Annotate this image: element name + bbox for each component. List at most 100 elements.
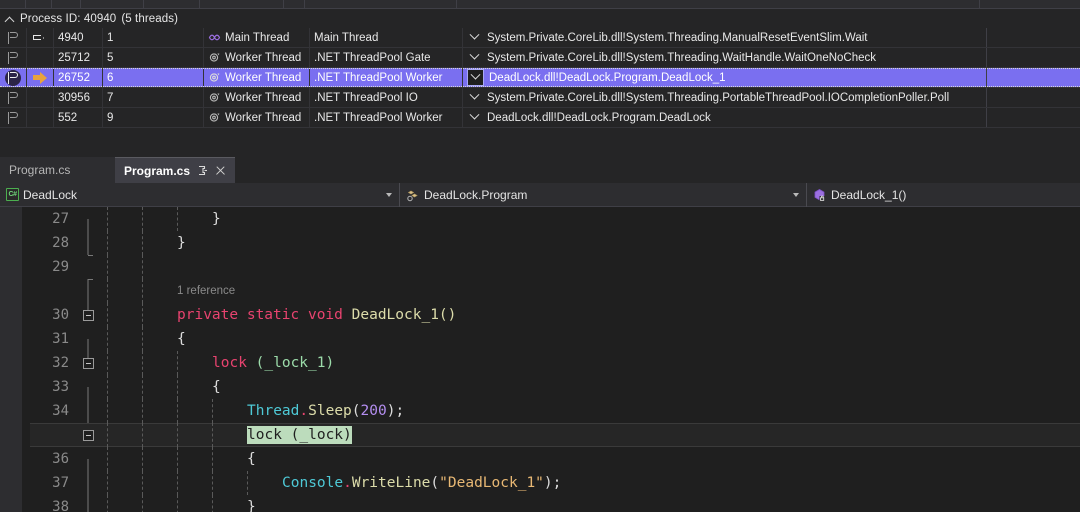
column-divider[interactable] <box>979 0 980 9</box>
editor-navigation-bar[interactable]: C# DeadLock DeadLock.Program DeadLock_1(… <box>0 182 1080 207</box>
tab-label: Program.cs <box>9 163 71 177</box>
code-line[interactable]: 33 { <box>30 375 1080 411</box>
code-line[interactable]: 36 { <box>30 447 1080 483</box>
chevron-down-icon[interactable] <box>467 31 482 45</box>
code-text[interactable]: { <box>99 327 1080 351</box>
codelens-reference-link[interactable]: 1 reference <box>99 285 235 297</box>
chevron-down-icon[interactable] <box>467 91 482 105</box>
document-tab-well[interactable]: Program.cs Program.cs <box>0 155 1080 183</box>
column-divider[interactable] <box>25 0 26 9</box>
pin-icon[interactable] <box>197 165 208 176</box>
method-private-icon <box>813 188 827 202</box>
fold-gutter[interactable] <box>77 357 99 369</box>
code-text[interactable]: { <box>99 375 1080 399</box>
code-text[interactable]: Thread. Sleep(200); <box>99 399 1080 423</box>
column-divider[interactable] <box>199 0 200 9</box>
table-row-selected[interactable]: 26752 6 Worker Thread .NET ThreadPool Wo… <box>0 68 1080 88</box>
flag-icon[interactable] <box>7 91 19 104</box>
tab-program-cs-inactive[interactable]: Program.cs <box>0 157 115 183</box>
thread-location-cell[interactable]: System.Private.CoreLib.dll!System.Thread… <box>463 28 986 47</box>
thread-location-cell[interactable]: DeadLock.dll!DeadLock.Program.DeadLock <box>463 108 986 127</box>
column-divider[interactable] <box>283 0 284 9</box>
editor-code-area[interactable]: 27 } 28 } 29 1 reference 30 private stat… <box>30 207 1080 512</box>
tab-program-cs-active[interactable]: Program.cs <box>115 157 236 183</box>
chevron-down-icon[interactable] <box>386 192 392 197</box>
codelens-line[interactable]: 1 reference <box>30 279 1080 315</box>
column-divider[interactable] <box>51 0 52 9</box>
flag-circle-icon[interactable] <box>5 69 21 86</box>
thread-name-cell: .NET ThreadPool Worker <box>314 111 443 124</box>
table-row[interactable]: 4940 1 Main Thread Main Thread System.Pr… <box>0 28 1080 48</box>
code-line-current[interactable]: 35 lock (_lock) <box>30 423 1080 447</box>
flag-cell[interactable] <box>0 28 26 47</box>
process-group-row[interactable]: Process ID: 40940 (5 threads) <box>0 9 1080 28</box>
indent-guide <box>142 207 143 231</box>
code-text[interactable]: lock (_lock_1) <box>99 351 1080 375</box>
flag-cell[interactable] <box>0 68 26 87</box>
chevron-down-icon[interactable] <box>467 51 482 65</box>
chevron-down-icon[interactable] <box>467 69 484 86</box>
flag-icon[interactable] <box>7 31 19 44</box>
table-row[interactable]: 30956 7 Worker Thread .NET ThreadPool IO… <box>0 88 1080 108</box>
code-line[interactable]: 32 lock (_lock_1) <box>30 351 1080 375</box>
code-line[interactable]: 37 Console. WriteLine("DeadLock_1"); <box>30 471 1080 507</box>
chevron-up-icon[interactable] <box>5 14 15 24</box>
indent-guide <box>212 471 213 495</box>
thread-location-cell[interactable]: System.Private.CoreLib.dll!System.Thread… <box>463 48 986 67</box>
thread-location-cell[interactable]: DeadLock.dll!DeadLock.Program.DeadLock_1 <box>463 68 986 87</box>
threads-grid-header[interactable] <box>0 0 1080 9</box>
thread-category-label: Worker Thread <box>225 91 302 104</box>
gear-icon <box>208 91 221 104</box>
code-text[interactable]: Console. WriteLine("DeadLock_1"); <box>99 471 1080 495</box>
chevron-down-icon[interactable] <box>467 111 482 125</box>
flag-cell[interactable] <box>0 108 26 127</box>
code-text[interactable]: } <box>99 231 1080 255</box>
code-line[interactable]: 31 { <box>30 327 1080 363</box>
editor-glyph-margin[interactable] <box>0 207 22 512</box>
managed-id-cell: 5 <box>107 51 114 64</box>
close-icon[interactable] <box>215 165 226 176</box>
navbar-type-label: DeadLock.Program <box>424 187 528 202</box>
thread-name-cell: .NET ThreadPool Worker <box>314 71 443 84</box>
flag-icon[interactable] <box>7 111 19 124</box>
code-text[interactable]: private static void DeadLock_1() <box>99 303 1080 327</box>
flag-cell[interactable] <box>0 88 26 107</box>
code-editor[interactable]: 27 } 28 } 29 1 reference 30 private stat… <box>0 207 1080 512</box>
gear-icon <box>208 71 221 84</box>
code-line[interactable]: 28 } <box>30 231 1080 256</box>
token-lock: lock <box>212 355 247 371</box>
column-divider[interactable] <box>80 0 81 9</box>
fold-gutter[interactable] <box>77 429 99 441</box>
code-line[interactable]: 29 <box>30 255 1080 291</box>
column-divider[interactable] <box>456 0 457 9</box>
codelens-text[interactable]: 1 reference <box>99 279 1080 303</box>
arrow-solid-icon <box>32 71 48 84</box>
column-divider[interactable] <box>143 0 144 9</box>
code-text[interactable]: } <box>99 207 1080 231</box>
navbar-member-dropdown[interactable]: DeadLock_1() <box>807 183 1080 207</box>
code-line[interactable]: 30 private static void DeadLock_1() <box>30 303 1080 327</box>
code-text[interactable]: lock (_lock) <box>99 423 1080 447</box>
code-text[interactable]: { <box>99 447 1080 471</box>
code-text[interactable]: } <box>99 495 1080 512</box>
flag-icon[interactable] <box>7 51 19 64</box>
table-row[interactable]: 552 9 Worker Thread .NET ThreadPool Work… <box>0 108 1080 128</box>
indent-guide <box>142 279 143 303</box>
code-line[interactable]: 34 Thread. Sleep(200); <box>30 399 1080 435</box>
thread-location-cell[interactable]: System.Private.CoreLib.dll!System.Thread… <box>463 88 986 107</box>
column-divider[interactable] <box>304 0 305 9</box>
code-line[interactable]: 38 } <box>30 495 1080 512</box>
chevron-down-icon[interactable] <box>793 192 799 197</box>
table-row[interactable]: 25712 5 Worker Thread .NET ThreadPool Ga… <box>0 48 1080 68</box>
navbar-type-dropdown[interactable]: DeadLock.Program <box>400 182 807 207</box>
code-text[interactable] <box>99 255 1080 279</box>
indent-guide <box>142 495 143 512</box>
threads-window[interactable]: Process ID: 40940 (5 threads) 4940 1 Mai… <box>0 0 1080 155</box>
selected-code-span[interactable]: lock (_lock) <box>247 426 352 444</box>
code-line[interactable]: 27 } <box>30 207 1080 243</box>
flag-cell[interactable] <box>0 48 26 67</box>
indent-guide <box>142 471 143 495</box>
navbar-project-dropdown[interactable]: C# DeadLock <box>0 182 400 207</box>
fold-gutter[interactable] <box>77 309 99 321</box>
thread-id-cell: 25712 <box>58 51 90 64</box>
